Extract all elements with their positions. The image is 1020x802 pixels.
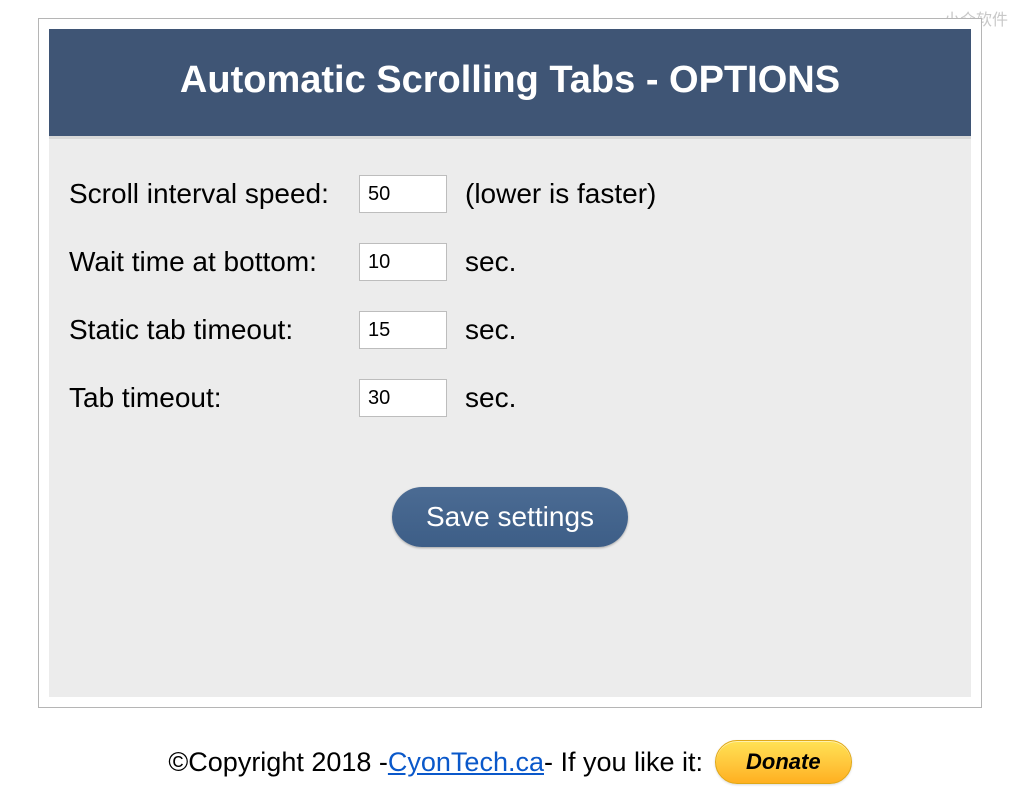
copyright-suffix: - If you like it: [544,747,703,778]
static-timeout-input[interactable] [359,311,447,349]
save-settings-button[interactable]: Save settings [392,487,628,547]
scroll-interval-hint: (lower is faster) [465,178,656,210]
wait-bottom-row: Wait time at bottom: sec. [69,243,951,281]
tab-timeout-label: Tab timeout: [69,382,359,414]
wait-bottom-input[interactable] [359,243,447,281]
panel-body: Scroll interval speed: (lower is faster)… [49,139,971,697]
scroll-interval-row: Scroll interval speed: (lower is faster) [69,175,951,213]
donate-button[interactable]: Donate [715,740,852,784]
save-row: Save settings [69,487,951,547]
footer: ©Copyright 2018 - CyonTech.ca - If you l… [0,740,1020,784]
static-timeout-hint: sec. [465,314,516,346]
wait-bottom-hint: sec. [465,246,516,278]
cyontech-link[interactable]: CyonTech.ca [388,747,544,778]
static-timeout-row: Static tab timeout: sec. [69,311,951,349]
copyright-prefix: ©Copyright 2018 - [168,747,388,778]
static-timeout-label: Static tab timeout: [69,314,359,346]
tab-timeout-row: Tab timeout: sec. [69,379,951,417]
panel-header: Automatic Scrolling Tabs - OPTIONS [49,29,971,139]
scroll-interval-input[interactable] [359,175,447,213]
tab-timeout-input[interactable] [359,379,447,417]
tab-timeout-hint: sec. [465,382,516,414]
scroll-interval-label: Scroll interval speed: [69,178,359,210]
options-frame: Automatic Scrolling Tabs - OPTIONS Scrol… [38,18,982,708]
page-title: Automatic Scrolling Tabs - OPTIONS [59,59,961,102]
options-panel: Automatic Scrolling Tabs - OPTIONS Scrol… [49,29,971,697]
wait-bottom-label: Wait time at bottom: [69,246,359,278]
